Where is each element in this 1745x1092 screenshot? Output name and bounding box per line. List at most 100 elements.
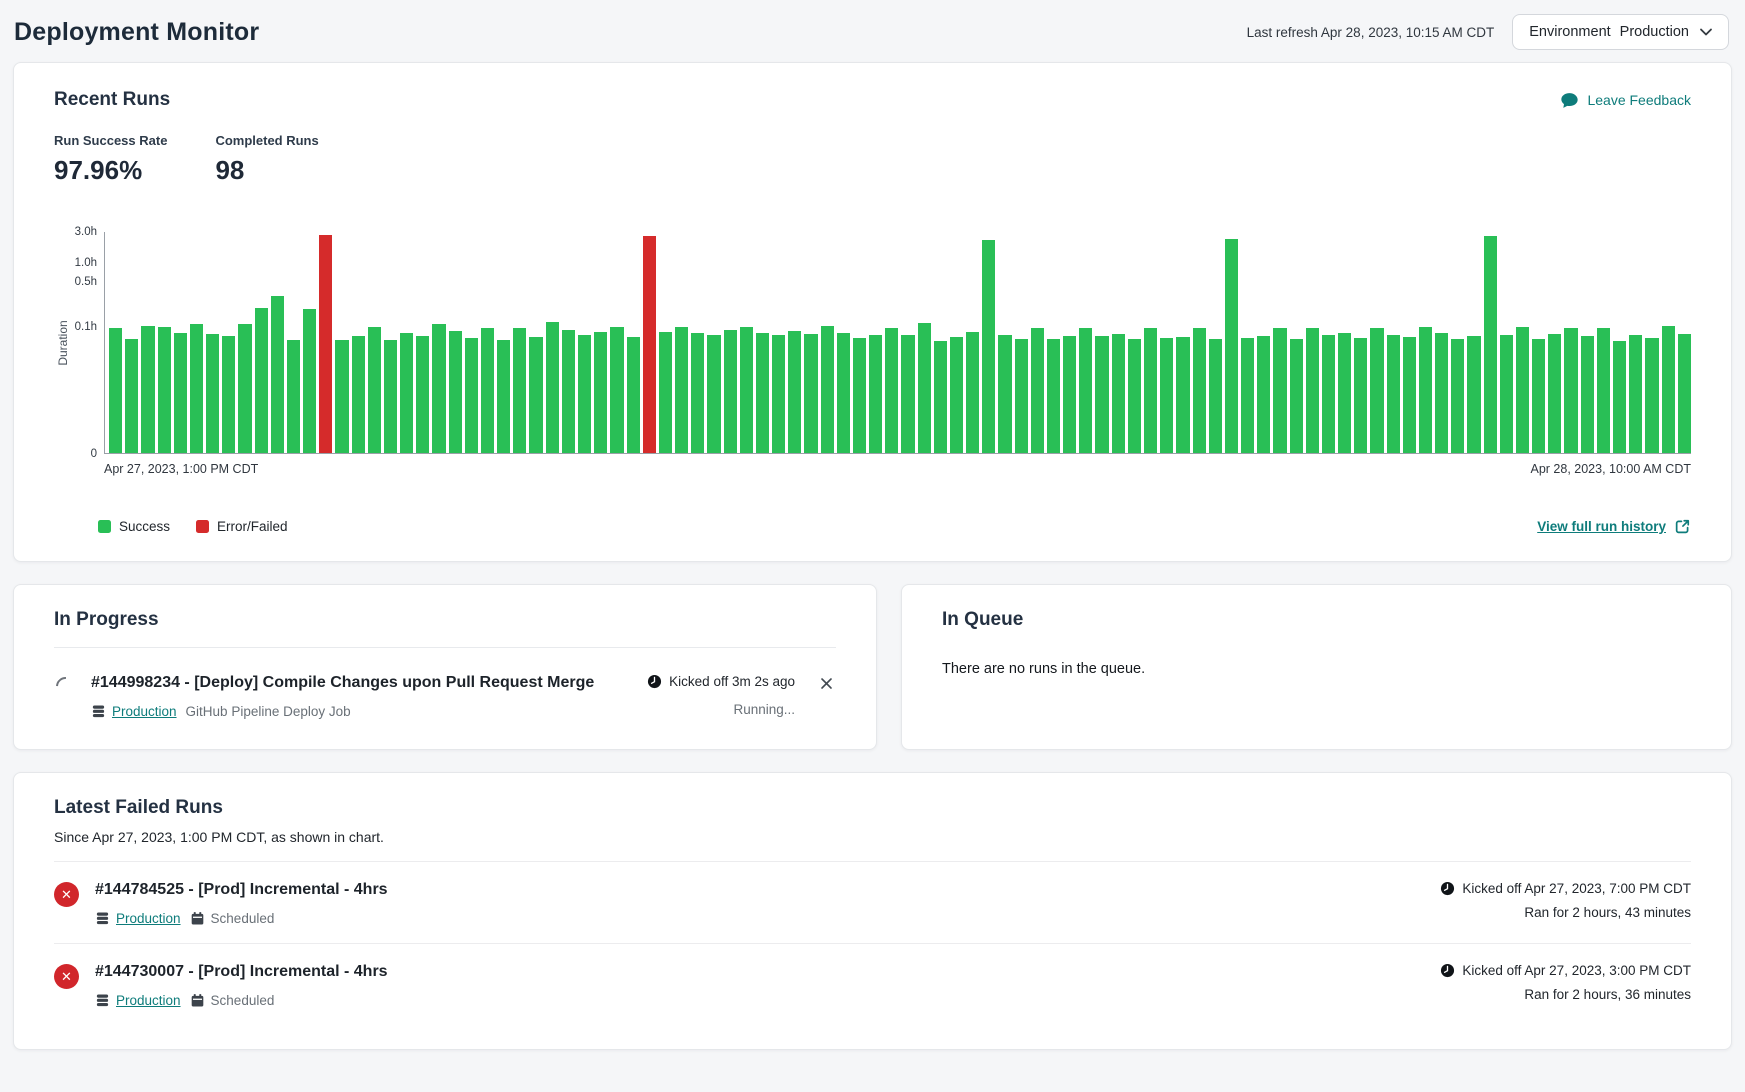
run-bar-success[interactable] [529, 337, 542, 453]
run-bar-success[interactable] [1112, 334, 1125, 453]
run-bar-success[interactable] [1662, 326, 1675, 453]
run-bar-success[interactable] [1354, 338, 1367, 453]
run-bar-success[interactable] [141, 326, 154, 453]
run-bar-success[interactable] [1063, 336, 1076, 453]
run-bar-success[interactable] [1193, 328, 1206, 453]
run-bar-success[interactable] [1079, 328, 1092, 453]
run-bar-success[interactable] [190, 324, 203, 453]
run-bar-success[interactable] [1387, 335, 1400, 453]
run-bar-success[interactable] [610, 327, 623, 453]
run-bar-success[interactable] [1564, 328, 1577, 453]
run-bar-success[interactable] [966, 332, 979, 453]
run-bar-success[interactable] [853, 338, 866, 453]
run-bar-failed[interactable] [319, 235, 332, 453]
run-bar-success[interactable] [788, 331, 801, 453]
run-bar-success[interactable] [384, 340, 397, 453]
run-bar-success[interactable] [481, 328, 494, 453]
run-bar-success[interactable] [1597, 328, 1610, 453]
run-bar-success[interactable] [206, 334, 219, 453]
run-bar-success[interactable] [1467, 336, 1480, 453]
run-bar-success[interactable] [158, 327, 171, 453]
run-bar-success[interactable] [1128, 339, 1141, 453]
run-bar-success[interactable] [1403, 337, 1416, 453]
run-bar-success[interactable] [772, 335, 785, 453]
run-bar-success[interactable] [1419, 327, 1432, 453]
run-bar-success[interactable] [368, 327, 381, 453]
run-bar-success[interactable] [416, 336, 429, 453]
run-bar-success[interactable] [513, 328, 526, 453]
run-bar-success[interactable] [950, 337, 963, 453]
run-bar-success[interactable] [1500, 335, 1513, 453]
run-bar-success[interactable] [1484, 236, 1497, 453]
run-bar-success[interactable] [271, 296, 284, 453]
run-bar-success[interactable] [1645, 338, 1658, 453]
run-bar-success[interactable] [1015, 339, 1028, 453]
run-bar-success[interactable] [675, 327, 688, 453]
run-bar-success[interactable] [222, 336, 235, 453]
run-bar-success[interactable] [627, 337, 640, 453]
run-bar-success[interactable] [982, 240, 995, 453]
run-bar-success[interactable] [255, 308, 268, 453]
view-full-run-history-link[interactable]: View full run history [1537, 518, 1691, 535]
run-bar-success[interactable] [1241, 338, 1254, 453]
run-bar-success[interactable] [724, 330, 737, 453]
run-bar-success[interactable] [918, 323, 931, 453]
run-bar-success[interactable] [546, 322, 559, 453]
run-bar-success[interactable] [465, 338, 478, 453]
environment-link[interactable]: Production [116, 993, 181, 1008]
run-bar-success[interactable] [821, 326, 834, 453]
run-bar-success[interactable] [869, 335, 882, 453]
run-bar-success[interactable] [352, 336, 365, 453]
run-bar-success[interactable] [1629, 335, 1642, 453]
run-bar-success[interactable] [1581, 336, 1594, 453]
run-bar-success[interactable] [432, 324, 445, 453]
run-bar-success[interactable] [885, 328, 898, 453]
run-bar-success[interactable] [901, 335, 914, 453]
run-bar-success[interactable] [578, 335, 591, 453]
run-bar-success[interactable] [1322, 335, 1335, 453]
run-bar-success[interactable] [1047, 339, 1060, 453]
run-bar-failed[interactable] [643, 236, 656, 453]
environment-dropdown[interactable]: Environment Production [1512, 14, 1729, 50]
run-bar-success[interactable] [287, 340, 300, 453]
run-bar-success[interactable] [1678, 334, 1691, 453]
run-bar-success[interactable] [1209, 339, 1222, 453]
run-bar-success[interactable] [1613, 341, 1626, 453]
run-bar-success[interactable] [1451, 339, 1464, 453]
run-bar-success[interactable] [804, 334, 817, 453]
run-bar-success[interactable] [1435, 333, 1448, 453]
leave-feedback-link[interactable]: Leave Feedback [1560, 91, 1691, 110]
run-bar-success[interactable] [1306, 328, 1319, 453]
run-bar-success[interactable] [1031, 328, 1044, 453]
run-bar-success[interactable] [562, 330, 575, 453]
run-bar-success[interactable] [174, 333, 187, 453]
run-bar-success[interactable] [1548, 334, 1561, 453]
run-bar-success[interactable] [1257, 336, 1270, 453]
run-bar-success[interactable] [740, 327, 753, 453]
run-bar-success[interactable] [691, 333, 704, 453]
run-bar-success[interactable] [1338, 333, 1351, 453]
environment-link[interactable]: Production [116, 911, 181, 926]
run-bar-success[interactable] [335, 340, 348, 453]
run-bar-success[interactable] [756, 333, 769, 453]
run-bar-success[interactable] [659, 332, 672, 453]
run-bar-success[interactable] [1290, 339, 1303, 453]
run-bar-success[interactable] [1095, 336, 1108, 453]
run-bar-success[interactable] [1516, 327, 1529, 453]
run-bar-success[interactable] [1225, 239, 1238, 453]
run-bar-success[interactable] [707, 335, 720, 453]
run-bar-success[interactable] [1273, 328, 1286, 453]
run-bar-success[interactable] [238, 324, 251, 453]
run-bar-success[interactable] [303, 309, 316, 453]
run-bar-success[interactable] [594, 332, 607, 453]
run-bar-success[interactable] [109, 328, 122, 453]
run-bar-success[interactable] [998, 335, 1011, 453]
run-bar-success[interactable] [1144, 328, 1157, 453]
run-bar-success[interactable] [1160, 338, 1173, 453]
dismiss-run-button[interactable] [817, 674, 836, 693]
run-bar-success[interactable] [837, 333, 850, 453]
run-bar-success[interactable] [1370, 328, 1383, 453]
environment-link[interactable]: Production [112, 704, 177, 719]
run-bar-success[interactable] [125, 339, 138, 453]
run-bar-success[interactable] [449, 331, 462, 453]
